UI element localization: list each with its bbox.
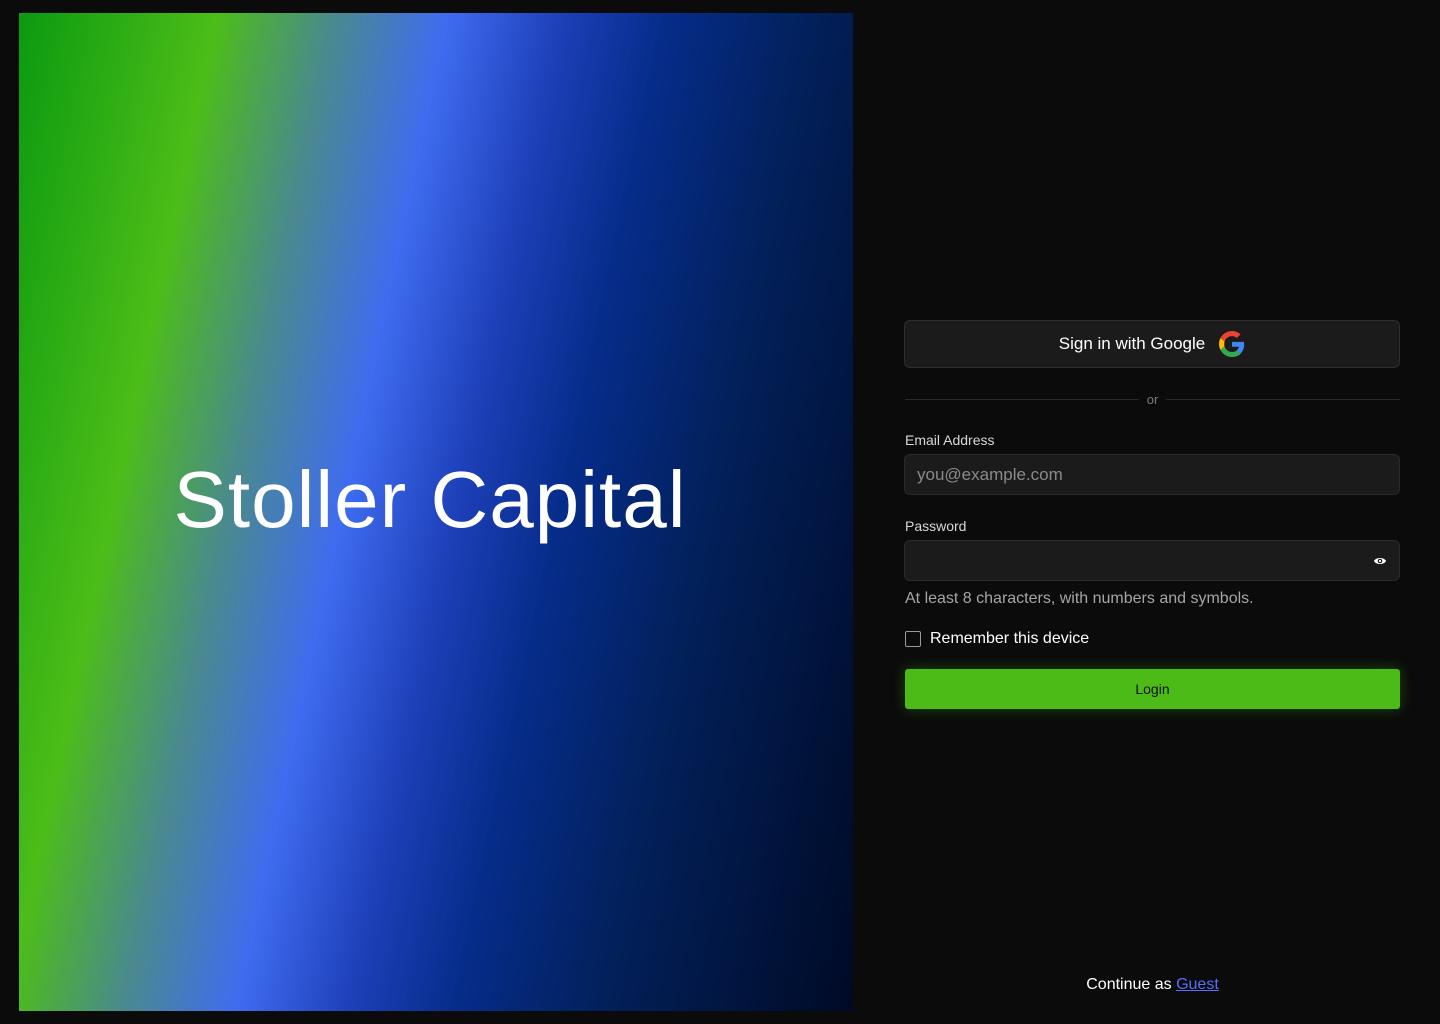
guest-prefix-text: Continue as [1086,976,1172,993]
remember-device-label: Remember this device [930,630,1090,647]
brand-hero-panel: Stoller Capital [19,13,853,1011]
login-page: Stoller Capital Sign in with Google or E… [0,0,1440,1024]
continue-as-guest: Continue as Guest [905,976,1400,994]
login-form: Sign in with Google or Email Address Pas… [904,320,1401,709]
email-field[interactable] [904,454,1400,495]
or-divider: or [905,391,1400,407]
eye-icon[interactable] [1373,554,1387,566]
google-sign-in-label: Sign in with Google [1058,334,1206,353]
remember-device-checkbox[interactable] [905,631,921,647]
login-button[interactable]: Login [905,669,1400,709]
email-label: Email Address [905,432,995,448]
divider-text: or [1146,391,1159,407]
password-hint: At least 8 characters, with numbers and … [905,590,1254,607]
divider-line-right [1166,398,1400,400]
google-g-icon [1219,331,1245,357]
password-field-wrapper [904,540,1401,581]
divider-line-left [905,398,1139,400]
guest-link[interactable]: Guest [1176,976,1219,993]
brand-title: Stoller Capital [173,455,687,544]
google-sign-in-button[interactable]: Sign in with Google [904,320,1400,368]
password-label: Password [905,518,967,534]
remember-device-row: Remember this device [905,630,1400,648]
password-field[interactable] [904,540,1400,581]
login-button-label: Login [1135,681,1170,697]
